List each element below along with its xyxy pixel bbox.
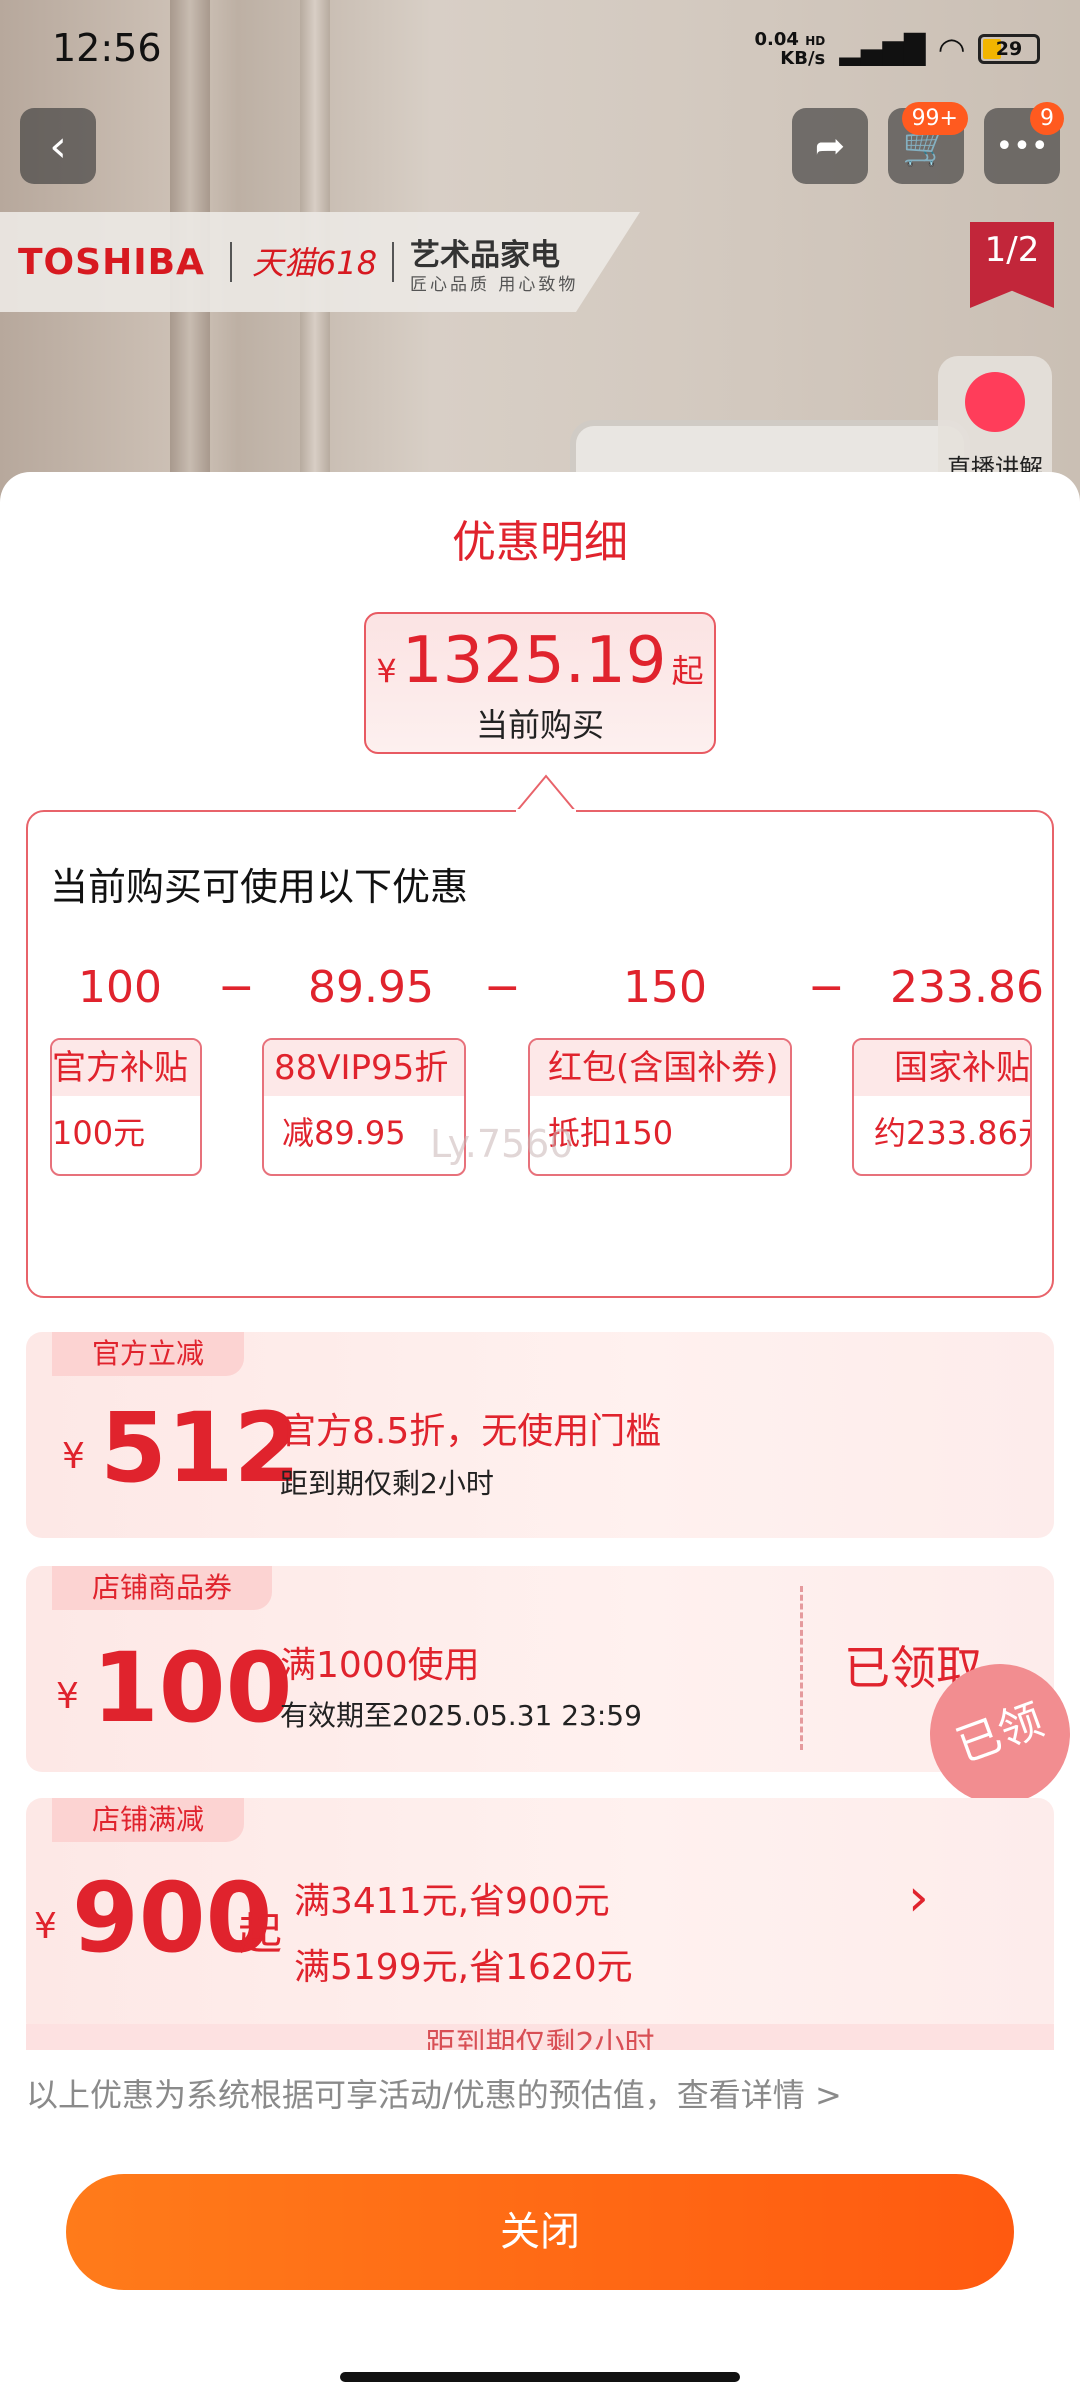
discount-breakdown-panel: 当前购买可使用以下优惠 100 − 89.95 − 150 − 233.86 官… [26,810,1054,1298]
cart-badge: 99+ [901,102,968,135]
minus-sign: − [484,962,521,1013]
price-suffix: 起 [671,652,704,690]
minus-sign: − [218,962,255,1013]
coupon-tag: 店铺满减 [52,1798,245,1842]
price-currency: ¥ [376,652,397,690]
calc-value: 233.86 [890,962,1044,1013]
coupon-tier-2: 满5199元,省1620元 [294,1947,633,1988]
coupon-tag: 店铺商品券 [52,1566,273,1610]
back-button[interactable]: ‹ [20,108,96,184]
discount-chip-official-subsidy[interactable]: 官方补贴 100元 [50,1038,202,1176]
coupon-footer: 距到期仅剩2小时 [26,2024,1054,2050]
coupon-currency: ¥ [34,1906,57,1947]
network-speed: 0.04 HD KB/s [754,28,826,69]
calc-value: 150 [623,962,707,1013]
price-amount: 1325.19 [401,624,667,698]
coupon-tag: 官方立减 [52,1332,245,1376]
banner-subtagline: 匠心品质 用心致物 [410,275,579,295]
share-button[interactable]: ➦ [792,108,868,184]
chip-desc: 100元 [52,1114,146,1152]
net-speed-unit: KB/s [780,47,826,69]
coupon-suffix: 起 [238,1909,282,1960]
home-indicator[interactable] [340,2372,740,2382]
event-logo: 天猫618 [252,244,378,282]
callout-notch [516,774,576,812]
estimate-note-link[interactable]: 以上优惠为系统根据可享活动/优惠的预估值，查看详情 > [26,2070,842,2116]
more-button[interactable]: ••• 9 [984,102,1064,184]
watermark: Ly.7560 [430,1122,574,1166]
battery-level: 29 [995,38,1023,60]
current-price-box: ¥ 1325.19 起 当前购买 [364,612,716,754]
coupon-expiry: 距到期仅剩2小时 [280,1467,494,1500]
back-arrow-icon: ‹ [49,120,67,172]
coupon-currency: ¥ [62,1436,85,1477]
live-icon [965,372,1025,432]
chip-desc: 约233.86元 [874,1114,1030,1152]
brand-banner: TOSHIBA 天猫618 艺术品家电 匠心品质 用心致物 [0,212,640,312]
net-type: HD [805,33,826,48]
status-time: 12:56 [52,26,162,70]
coupon-amount: 512 [100,1392,301,1504]
coupon-card-official-discount[interactable]: 官方立减 ¥ 512 官方8.5折，无使用门槛 距到期仅剩2小时 [26,1332,1054,1538]
calc-value: 89.95 [308,962,434,1013]
chip-name: 国家补贴 [854,1040,1030,1096]
chip-name: 官方补贴 [52,1040,200,1096]
calc-value: 100 [78,962,162,1013]
panel-heading: 当前购买可使用以下优惠 [50,865,469,909]
chip-name: 88VIP95折 [264,1040,464,1096]
more-badge: 9 [1030,102,1064,135]
coupon-amount: 100 [92,1632,293,1744]
brand-logo: TOSHIBA [18,242,205,283]
signal-icon: ▂▄▆█ [839,32,926,66]
banner-tagline: 艺术品家电 [410,238,560,273]
coupon-card-store-full-reduction[interactable]: 店铺满减 ¥ 900 起 满3411元,省900元 满5199元,省1620元 [26,1798,1054,2038]
minus-sign: − [808,962,845,1013]
chip-name: 红包(含国补券) [530,1040,790,1096]
net-speed-value: 0.04 [754,28,799,50]
price-label: 当前购买 [475,706,604,744]
coupon-condition: 满1000使用 [280,1645,480,1686]
cart-button[interactable]: 🛒 99+ [888,102,968,184]
share-icon: ➦ [814,125,846,167]
coupon-expiry: 有效期至2025.05.31 23:59 [280,1699,642,1732]
sheet-title: 优惠明细 [452,517,628,568]
status-icons: 0.04 HD KB/s ▂▄▆█ ◠ 29 [755,30,1040,68]
coupon-condition: 官方8.5折，无使用门槛 [280,1411,662,1452]
battery-icon: 29 [978,34,1040,64]
coupon-divider [800,1586,803,1750]
coupon-tier-1: 满3411元,省900元 [294,1881,610,1922]
coupon-currency: ¥ [56,1676,79,1717]
discount-chip-national-subsidy[interactable]: 国家补贴 约233.86元 [852,1038,1032,1176]
status-bar: 12:56 0.04 HD KB/s ▂▄▆█ ◠ 29 [0,0,1080,100]
wifi-icon: ◠ [939,30,964,68]
chevron-right-icon[interactable]: › [908,1868,929,1928]
close-button[interactable]: 关闭 [66,2174,1014,2290]
